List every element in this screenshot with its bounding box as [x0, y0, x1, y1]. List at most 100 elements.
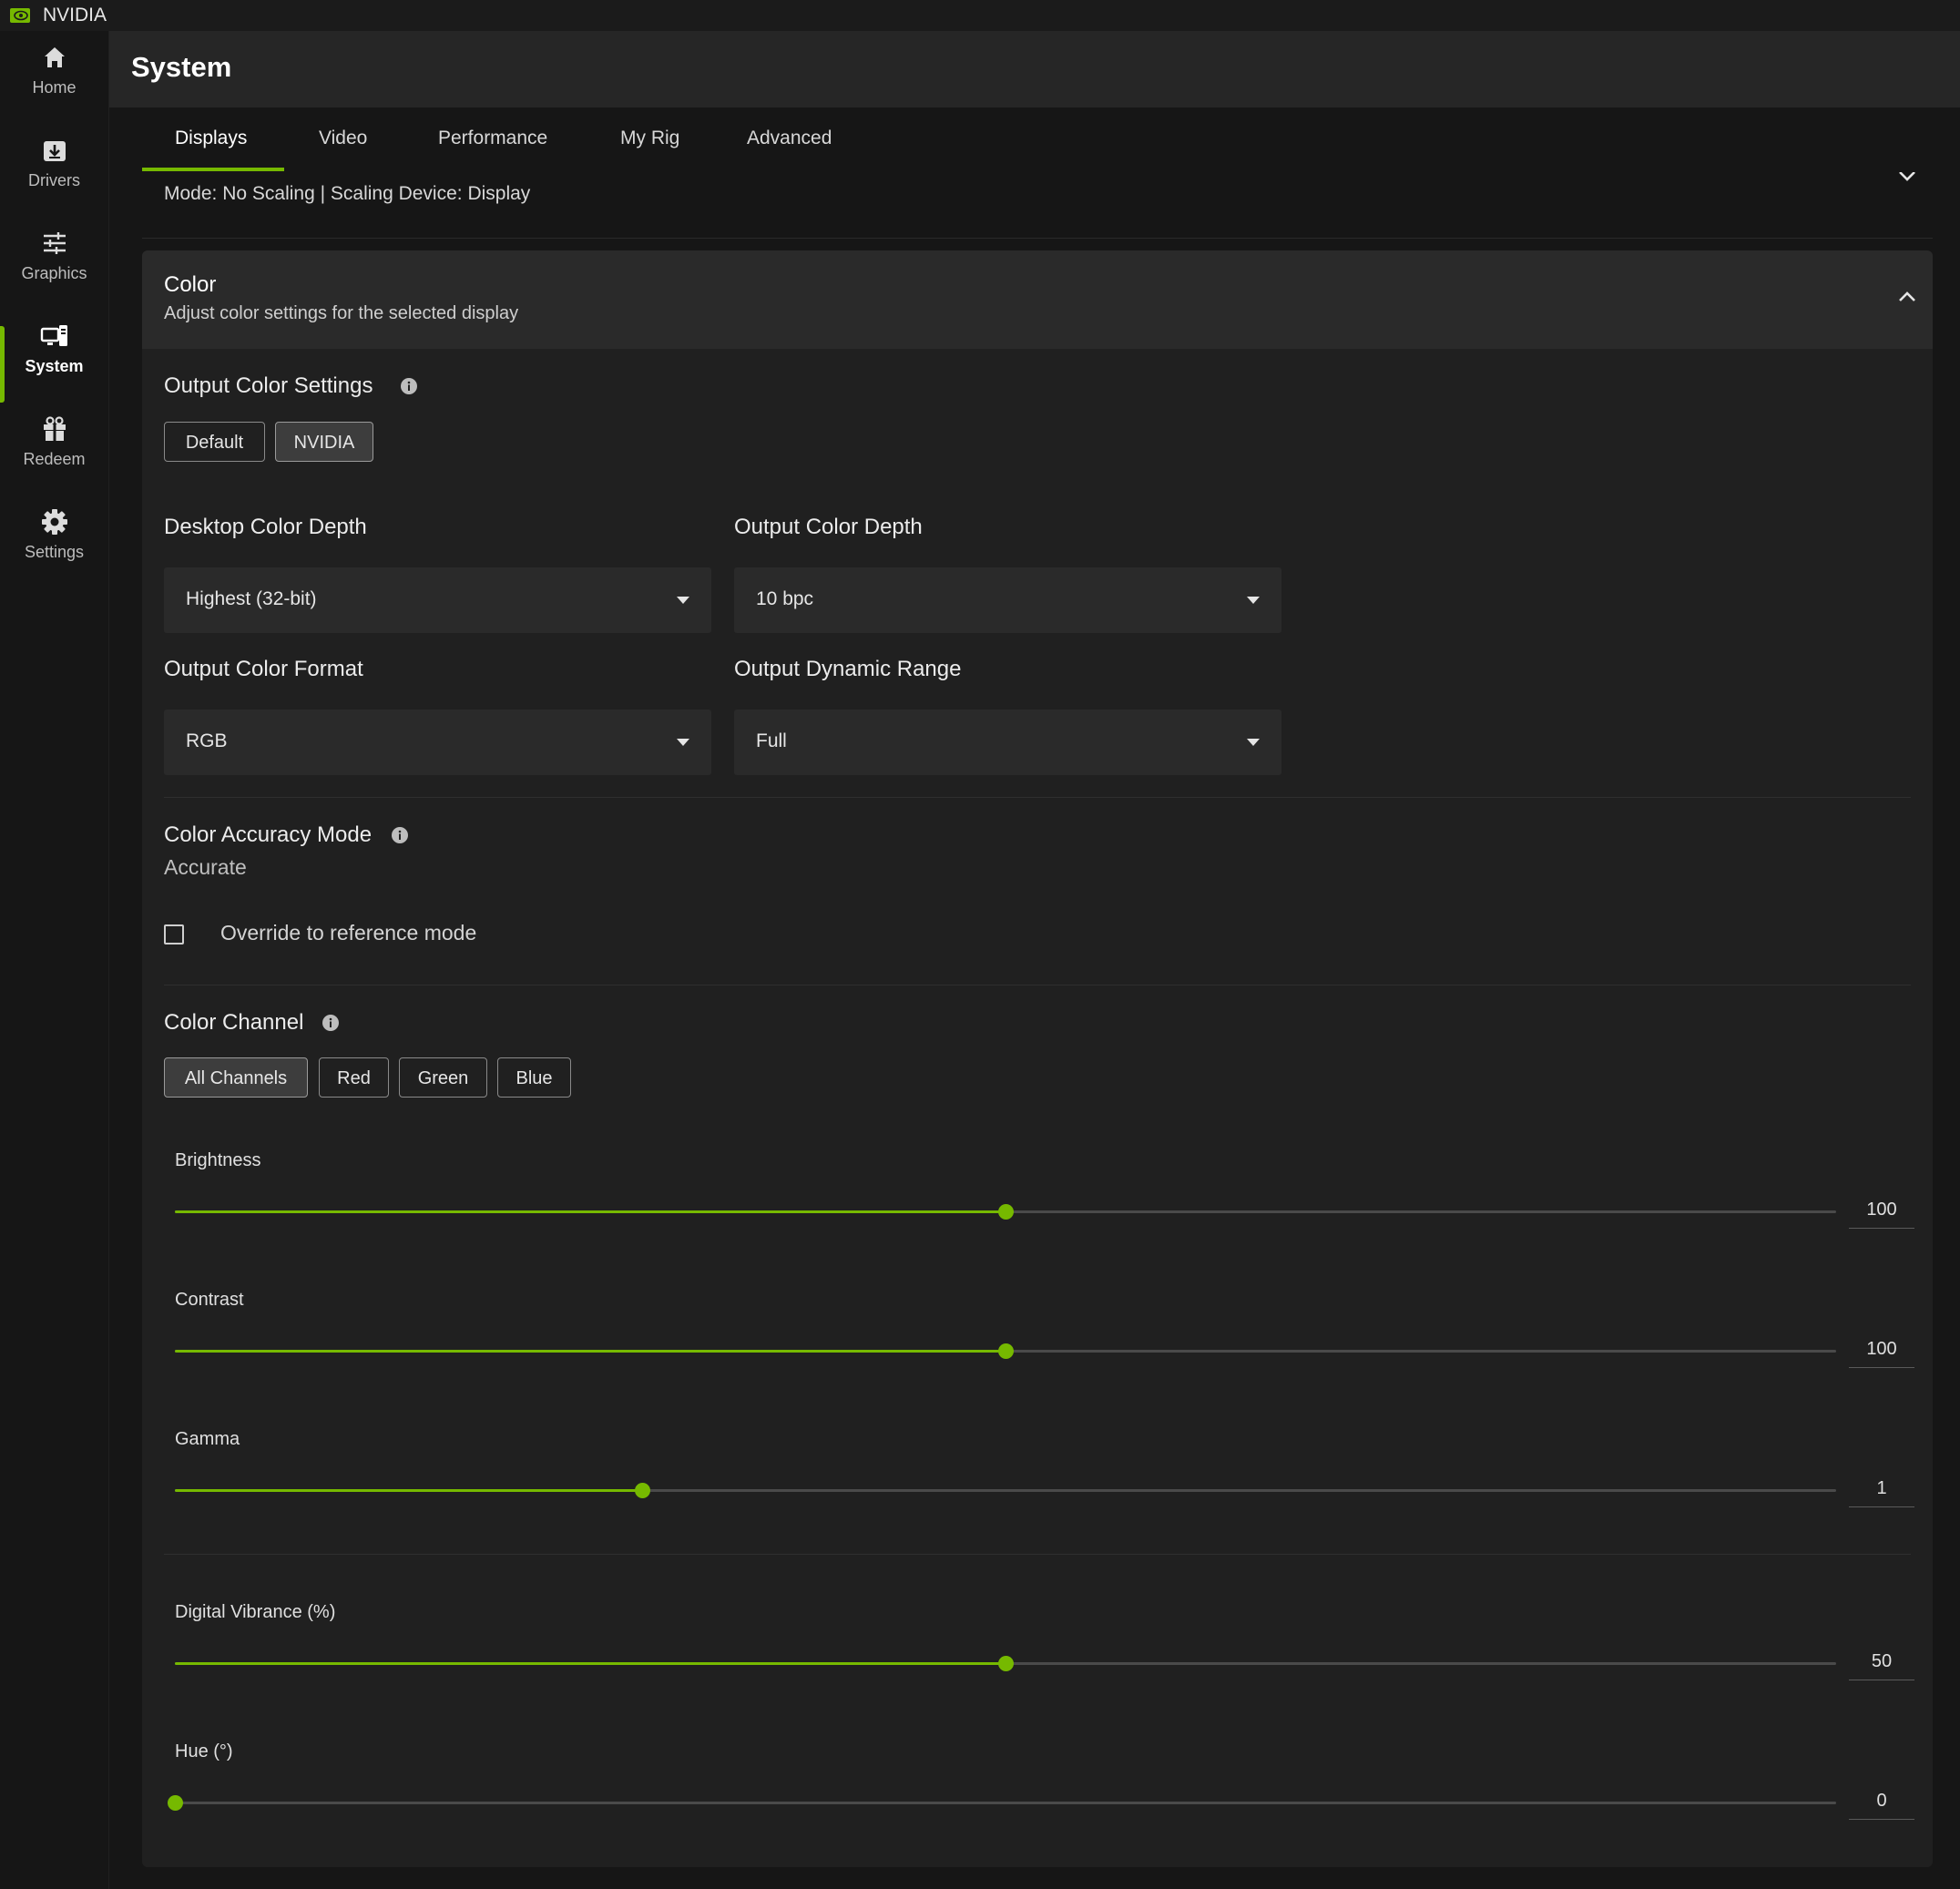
monitor-pc-icon	[40, 325, 67, 346]
color-section-header[interactable]: Color Adjust color settings for the sele…	[142, 250, 1933, 349]
sidebar-item-home[interactable]: Home	[0, 42, 108, 129]
digital-vibrance-slider[interactable]	[175, 1656, 1836, 1671]
gamma-thumb[interactable]	[634, 1483, 650, 1498]
sidebar-item-graphics[interactable]: Graphics	[0, 228, 108, 315]
sidebar-item-label: Redeem	[23, 450, 86, 468]
output-dynamic-range-label: Output Dynamic Range	[734, 657, 962, 681]
contrast-label: Contrast	[175, 1290, 244, 1310]
brightness-thumb[interactable]	[998, 1204, 1014, 1220]
tab-my-rig[interactable]: My Rig	[620, 128, 679, 149]
sidebar-item-settings[interactable]: Settings	[0, 506, 108, 594]
tab-advanced[interactable]: Advanced	[747, 128, 832, 149]
gift-icon	[43, 416, 66, 441]
output-color-depth-value: 10 bpc	[756, 588, 814, 609]
desktop-color-depth-select[interactable]: Highest (32-bit)	[164, 567, 711, 633]
chevron-up-icon[interactable]	[1897, 291, 1917, 303]
scaling-summary: Mode: No Scaling | Scaling Device: Displ…	[164, 183, 531, 204]
contrast-thumb[interactable]	[998, 1343, 1014, 1359]
sidebar-item-label: Home	[32, 78, 77, 97]
brightness-fill	[175, 1210, 1006, 1213]
output-color-depth-label: Output Color Depth	[734, 515, 923, 539]
color-section-subtitle: Adjust color settings for the selected d…	[164, 303, 519, 323]
color-accuracy-mode-title: Color Accuracy Mode	[164, 822, 373, 847]
home-icon	[44, 47, 65, 67]
channel-red-button[interactable]: Red	[319, 1057, 389, 1098]
gear-icon	[41, 509, 67, 535]
color-section-title: Color	[164, 272, 217, 297]
page-header: System	[109, 31, 1960, 107]
sliders-icon	[43, 232, 66, 254]
hue-thumb[interactable]	[168, 1795, 183, 1811]
output-settings-default-button[interactable]: Default	[164, 422, 265, 462]
scaling-section[interactable]: Mode: No Scaling | Scaling Device: Displ…	[142, 172, 1933, 239]
sidebar-item-label: System	[25, 357, 84, 375]
active-tab-indicator	[142, 168, 284, 171]
override-reference-checkbox[interactable]	[164, 924, 184, 944]
desktop-color-depth-value: Highest (32-bit)	[186, 588, 317, 609]
hue-value-underline	[1849, 1819, 1914, 1820]
desktop-color-depth-label: Desktop Color Depth	[164, 515, 367, 539]
output-settings-nvidia-button[interactable]: NVIDIA	[275, 422, 373, 462]
title-bar: NVIDIA	[0, 0, 1960, 31]
caret-down-icon	[677, 597, 689, 604]
tab-performance[interactable]: Performance	[438, 128, 547, 149]
tab-video[interactable]: Video	[319, 128, 367, 149]
digital-vibrance-label: Digital Vibrance (%)	[175, 1602, 336, 1622]
tab-displays[interactable]: Displays	[175, 128, 247, 149]
override-reference-label[interactable]: Override to reference mode	[220, 921, 476, 945]
output-dynamic-range-select[interactable]: Full	[734, 710, 1281, 775]
sidebar-item-label: Drivers	[28, 171, 80, 189]
channel-blue-button[interactable]: Blue	[497, 1057, 571, 1098]
digital-vibrance-value[interactable]: 50	[1849, 1651, 1914, 1672]
contrast-value[interactable]: 100	[1849, 1339, 1914, 1360]
sidebar-item-drivers[interactable]: Drivers	[0, 135, 108, 222]
divider	[164, 797, 1911, 798]
output-color-depth-select[interactable]: 10 bpc	[734, 567, 1281, 633]
sidebar-item-label: Graphics	[21, 264, 87, 282]
content-area: Mode: No Scaling | Scaling Device: Displ…	[109, 172, 1960, 1889]
digital-vibrance-thumb[interactable]	[998, 1656, 1014, 1671]
color-accuracy-value: Accurate	[164, 855, 247, 879]
output-color-settings-title: Output Color Settings	[164, 373, 373, 398]
color-channel-title: Color Channel	[164, 1010, 304, 1035]
gamma-label: Gamma	[175, 1429, 240, 1449]
channel-all-button[interactable]: All Channels	[164, 1057, 308, 1098]
brightness-value-underline	[1849, 1228, 1914, 1229]
sidebar-item-system[interactable]: System	[0, 321, 108, 408]
contrast-slider[interactable]	[175, 1343, 1836, 1359]
sidebar-item-label: Settings	[24, 543, 85, 561]
info-icon[interactable]	[400, 377, 418, 395]
contrast-value-underline	[1849, 1367, 1914, 1368]
hue-slider[interactable]	[168, 1795, 1836, 1811]
caret-down-icon	[677, 739, 689, 746]
page-title: System	[131, 51, 232, 83]
contrast-fill	[175, 1350, 1006, 1353]
brightness-label: Brightness	[175, 1150, 261, 1170]
gamma-value-underline	[1849, 1506, 1914, 1507]
output-color-format-value: RGB	[186, 730, 228, 751]
output-color-format-select[interactable]: RGB	[164, 710, 711, 775]
sidebar-item-redeem[interactable]: Redeem	[0, 414, 108, 501]
brightness-slider[interactable]	[175, 1204, 1836, 1220]
gamma-slider[interactable]	[175, 1483, 1836, 1498]
output-color-format-label: Output Color Format	[164, 657, 363, 681]
caret-down-icon	[1247, 597, 1260, 604]
output-dynamic-range-value: Full	[756, 730, 787, 751]
chevron-down-icon[interactable]	[1897, 172, 1917, 182]
channel-green-button[interactable]: Green	[399, 1057, 487, 1098]
gamma-value[interactable]: 1	[1849, 1478, 1914, 1499]
digital-vibrance-fill	[175, 1662, 1006, 1665]
hue-value[interactable]: 0	[1849, 1791, 1914, 1812]
info-icon[interactable]	[322, 1014, 340, 1032]
info-icon[interactable]	[391, 826, 409, 844]
download-icon	[43, 141, 66, 161]
color-section: Color Adjust color settings for the sele…	[142, 250, 1933, 1867]
hue-label: Hue (°)	[175, 1741, 233, 1761]
divider	[164, 1554, 1911, 1555]
sidebar: Home Drivers Graphics System Redeem Sett…	[0, 31, 109, 1889]
brightness-value[interactable]: 100	[1849, 1200, 1914, 1220]
tab-bar: Displays Video Performance My Rig Advanc…	[109, 107, 1960, 173]
caret-down-icon	[1247, 739, 1260, 746]
gamma-fill	[175, 1489, 642, 1492]
app-name: NVIDIA	[43, 5, 107, 26]
